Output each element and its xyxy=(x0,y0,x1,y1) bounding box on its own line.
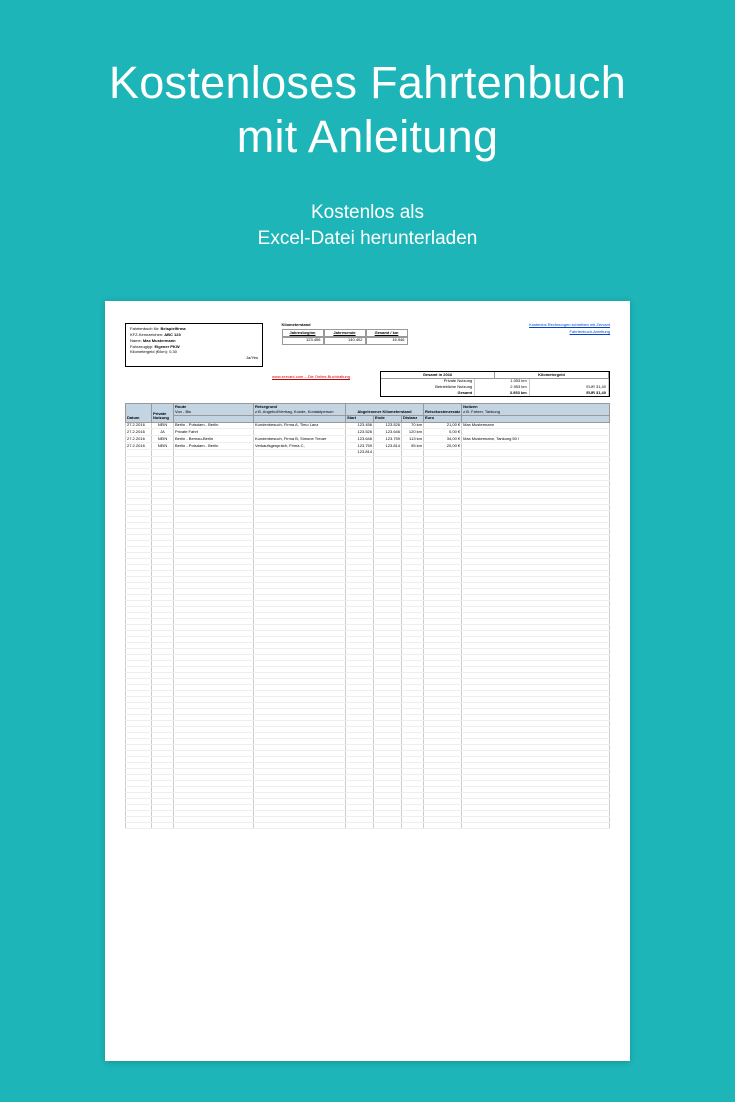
page-title: Kostenloses Fahrtenbuch mit Anleitung xyxy=(109,56,626,164)
table-row: 27.2.2016JAPrivate Fahrt123.526123.64612… xyxy=(126,429,610,436)
zervant-link[interactable]: Kostenlos Rechnungen schreiben mit Zerva… xyxy=(480,323,610,328)
info-box: Fahrtenbuch für: Beispielfirma KFZ-Kennz… xyxy=(125,323,263,367)
table-row: 123.814 xyxy=(126,449,610,456)
summary-box: Gesamt in 2016 Kilometergeld Private Nut… xyxy=(380,371,610,397)
zervant-brand-link[interactable]: www.zervant.com – Die Online-Buchhaltung xyxy=(272,375,350,380)
table-row xyxy=(126,822,610,828)
anleitung-link[interactable]: Fahrtenbuch-Anleitung xyxy=(480,330,610,335)
spreadsheet-preview: Fahrtenbuch für: Beispielfirma KFZ-Kennz… xyxy=(105,301,630,1061)
km-stand-block: Kilometerstand Jahresbeginn Jahresende G… xyxy=(282,323,462,344)
table-row: 27.2.2016NEINBerlin - Bernau-BerlinKunde… xyxy=(126,436,610,443)
table-row: 27.2.2016NEINBerlin - Potsdam - BerlinKu… xyxy=(126,422,610,429)
log-table: Datum Private Nutzung RouteVon - Bis Rei… xyxy=(125,403,610,828)
page-subtitle: Kostenlos als Excel-Datei herunterladen xyxy=(258,200,478,251)
table-row: 27.2.2016NEINBerlin - Potsdam - BerlinVe… xyxy=(126,443,610,450)
header-links: Kostenlos Rechnungen schreiben mit Zerva… xyxy=(480,323,610,337)
